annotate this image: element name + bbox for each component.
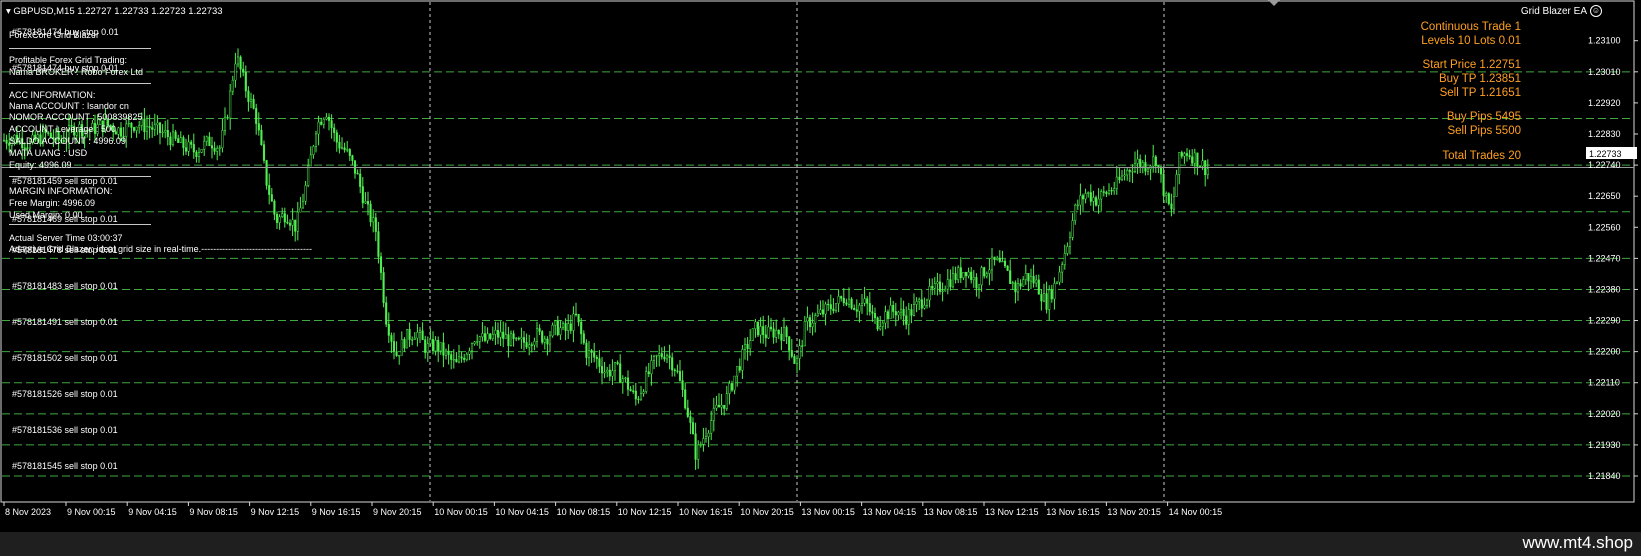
price-tick-label: 1.22110 — [1588, 378, 1620, 388]
order-label-buy: #578181474 buy stop 0.01 — [12, 27, 119, 37]
panel-divider — [9, 224, 151, 225]
margin-title: MARGIN INFORMATION: — [9, 186, 113, 196]
time-tick-label: 9 Nov 12:15 — [251, 507, 300, 517]
time-tick-label: 10 Nov 20:15 — [740, 507, 794, 517]
candle — [876, 316, 879, 332]
broker-name: Nama BROKER : Robo Forex Ltd — [9, 67, 144, 77]
account-number: NOMOR ACCOUNT : 500839825 — [9, 112, 143, 122]
time-tick-label: 9 Nov 00:15 — [67, 507, 116, 517]
price-tick-label: 1.22560 — [1588, 222, 1621, 232]
order-label: #578181483 sell stop 0.01 — [12, 281, 118, 291]
server-time: Actual Server Time 03:00:37 — [9, 233, 123, 243]
price-tick-label: 1.22200 — [1588, 347, 1621, 357]
acc-title: ACC INFORMATION: — [9, 90, 96, 100]
time-tick-label: 13 Nov 12:15 — [985, 507, 1039, 517]
price-tick-label: 1.22470 — [1588, 253, 1621, 263]
price-tick-label: 1.23010 — [1588, 67, 1621, 77]
time-tick-label: 10 Nov 12:15 — [618, 507, 672, 517]
order-label: #578181478 sell stop 0.01 — [12, 245, 118, 255]
time-tick-label: 13 Nov 20:15 — [1107, 507, 1161, 517]
time-tick-label: 13 Nov 00:15 — [801, 507, 855, 517]
candle — [265, 159, 268, 190]
watermark: www.mt4.shop — [1522, 533, 1633, 552]
candle — [541, 330, 544, 345]
price-tick-label: 1.22920 — [1588, 98, 1621, 108]
current-price-value: 1.22733 — [1589, 149, 1622, 159]
order-label: #578181536 sell stop 0.01 — [12, 425, 118, 435]
candle — [751, 328, 754, 341]
candle — [756, 321, 760, 338]
time-tick-label: 10 Nov 00:15 — [434, 507, 488, 517]
total-trades: Total Trades 20 — [1442, 150, 1521, 162]
candle — [382, 267, 385, 308]
price-tick-label: 1.23100 — [1588, 36, 1621, 46]
free-margin: Free Margin: 4996.09 — [9, 198, 96, 208]
price-tick-label: 1.22020 — [1588, 409, 1621, 419]
panel-divider — [9, 48, 151, 49]
chart-symbol-header: ▾ GBPUSD,M15 1.22727 1.22733 1.22723 1.2… — [6, 6, 223, 17]
time-tick-label: 13 Nov 08:15 — [924, 507, 978, 517]
candle — [1167, 192, 1170, 206]
price-tick-label: 1.22830 — [1588, 129, 1621, 139]
price-tick-label: 1.22290 — [1588, 316, 1621, 326]
order-label: #578181491 sell stop 0.01 — [12, 317, 118, 327]
sell-tp: Sell TP 1.21651 — [1439, 87, 1521, 99]
candle — [200, 149, 203, 154]
account-currency: MATA UANG : USD — [9, 148, 88, 158]
buy-tp: Buy TP 1.23851 — [1438, 73, 1521, 85]
smiley-icon[interactable]: ☺ — [1590, 5, 1602, 17]
order-label: #578181545 sell stop 0.01 — [12, 461, 118, 471]
order-label: #578181526 sell stop 0.01 — [12, 389, 118, 399]
time-tick-label: 10 Nov 16:15 — [679, 507, 733, 517]
price-tick-label: 1.22650 — [1588, 191, 1621, 201]
buy-pips: Buy Pips 5495 — [1446, 111, 1521, 123]
account-equity: Equity: 4996.09 — [9, 160, 72, 170]
price-tick-label: 1.21840 — [1588, 471, 1621, 481]
ea-name: Grid Blazer EA — [1520, 6, 1587, 17]
account-leverage: ACCOUNT Leverage : 500 — [9, 124, 116, 134]
time-tick-label: 9 Nov 20:15 — [373, 507, 422, 517]
time-tick-label: 14 Nov 00:15 — [1169, 507, 1223, 517]
account-name: Nama ACCOUNT : Isandor cn — [9, 101, 129, 111]
panel-divider — [9, 83, 151, 84]
account-balance: SALDO ACCOUNT : 4996.09 — [9, 136, 126, 146]
price-chart[interactable]: 1.23100 1.23010 1.22920 1.22830 1.22740 1.226… — [0, 0, 1641, 532]
symbol-header-text: GBPUSD,M15 1.22727 1.22733 1.22723 1.227… — [13, 6, 223, 17]
time-tick-label: 13 Nov 16:15 — [1046, 507, 1100, 517]
levels-lots: Levels 10 Lots 0.01 — [1421, 35, 1521, 47]
candle — [405, 329, 409, 349]
mt4-chart-window[interactable]: 1.23100 1.23010 1.22920 1.22830 1.22740 1.226… — [0, 0, 1641, 532]
price-tick-label: 1.21930 — [1588, 440, 1621, 450]
time-tick-label: 9 Nov 16:15 — [312, 507, 361, 517]
candle — [850, 297, 853, 310]
time-tick-label: 10 Nov 08:15 — [557, 507, 611, 517]
continuous-trade: Continuous Trade 1 — [1420, 21, 1521, 33]
time-tick-label: 10 Nov 04:15 — [495, 507, 549, 517]
time-tick-label: 8 Nov 2023 — [5, 507, 51, 517]
current-price-label: 1.22733 — [1586, 147, 1637, 159]
price-tick-label: 1.22380 — [1588, 284, 1621, 294]
start-price: Start Price 1.22751 — [1422, 59, 1521, 71]
price-tick-label: 1.22740 — [1588, 160, 1621, 170]
candle — [1006, 265, 1009, 271]
sell-pips: Sell Pips 5500 — [1447, 125, 1521, 137]
order-label: #578181502 sell stop 0.01 — [12, 353, 118, 363]
time-tick-label: 9 Nov 04:15 — [128, 507, 177, 517]
time-tick-label: 13 Nov 04:15 — [863, 507, 917, 517]
chart-shift-icon[interactable] — [1268, 0, 1280, 6]
time-tick-label: 9 Nov 08:15 — [189, 507, 238, 517]
